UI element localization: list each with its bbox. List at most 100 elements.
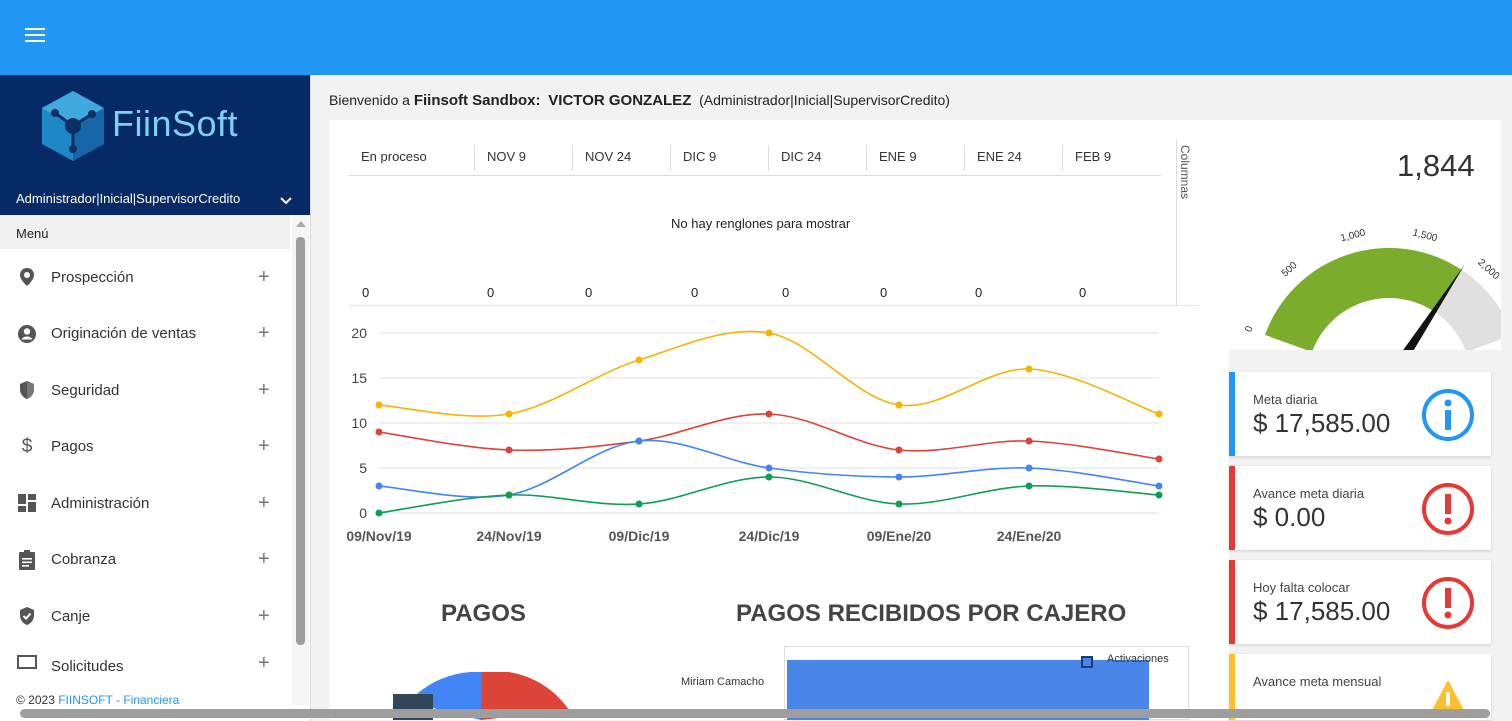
account-circle-icon (16, 323, 38, 345)
chevron-down-icon[interactable] (278, 193, 294, 209)
kpi-card-meta-diaria: Meta diaria $ 17,585.00 (1229, 372, 1491, 456)
data-point (505, 410, 513, 418)
data-point (375, 428, 383, 436)
expand-plus-icon[interactable]: + (258, 379, 270, 402)
sidebar-item-prospeccion[interactable]: Prospección + (0, 249, 290, 306)
data-point (895, 446, 903, 454)
legend-swatch (1081, 656, 1093, 668)
x-tick-label: 24/Nov/19 (476, 528, 542, 544)
verified-shield-icon (16, 605, 38, 627)
x-tick-label: 09/Nov/19 (346, 528, 412, 544)
data-point (375, 401, 383, 409)
welcome-roles: (Administrador|Inicial|SupervisorCredito… (699, 92, 950, 108)
cajero-row-label: Miriam Camacho (681, 676, 765, 688)
data-point (895, 500, 903, 508)
data-point (375, 482, 383, 490)
fiinsoft-logo-icon (42, 91, 104, 161)
expand-plus-icon[interactable]: + (258, 605, 270, 628)
kpi-card-avance-meta-diaria: Avance meta diaria $ 0.00 (1229, 466, 1491, 550)
brand-name: FiinSoft (112, 103, 239, 144)
gauge-card: 1,844 05001,0001,5002,0002,500 (1229, 120, 1501, 350)
legend-label: Activaciones (1107, 653, 1169, 665)
info-icon (1422, 389, 1474, 441)
x-tick-label: 09/Ene/20 (867, 528, 932, 544)
alert-icon (1422, 483, 1474, 535)
scrollbar-thumb[interactable] (296, 237, 305, 645)
kpi-value: $ 0.00 (1253, 502, 1326, 532)
expand-plus-icon[interactable]: + (258, 492, 270, 515)
columns-tool-tab[interactable]: Columnas (1176, 140, 1196, 305)
sidebar-item-originacion[interactable]: Originación de ventas + (0, 306, 290, 363)
x-tick-label: 24/Dic/19 (739, 528, 800, 544)
sidebar-scrollbar[interactable] (292, 215, 309, 705)
sidebar-item-solicitudes[interactable]: Solicitudes + (0, 645, 290, 675)
sidebar-item-cobranza[interactable]: Cobranza + (0, 532, 290, 589)
gauge-tick-label: 2,000 (1475, 257, 1501, 282)
data-point (895, 473, 903, 481)
sidebar-item-pagos[interactable]: $ Pagos + (0, 419, 290, 476)
welcome-prefix: Bienvenido a (329, 92, 414, 108)
data-point (375, 509, 383, 517)
grid-column-header[interactable]: DIC 24 (769, 145, 867, 171)
grid-total: 0 (880, 285, 888, 300)
grid-column-header[interactable]: NOV 24 (573, 145, 671, 171)
kpi-accent-bar (1229, 560, 1235, 644)
scroll-up-arrow-icon[interactable] (296, 221, 306, 227)
alert-icon (1422, 577, 1474, 629)
horizontal-scrollbar[interactable] (20, 709, 1490, 718)
monitor-icon (16, 653, 38, 675)
menu-header: Menú (0, 215, 290, 249)
data-point (765, 329, 773, 337)
kpi-label: Hoy falta colocar (1253, 580, 1350, 595)
data-point (635, 356, 643, 364)
grid-column-header[interactable]: FEB 9 (1063, 145, 1161, 171)
grid-column-header[interactable]: En proceso (349, 145, 475, 171)
grid-column-header[interactable]: ENE 24 (965, 145, 1063, 171)
welcome-user: VICTOR GONZALEZ (548, 92, 692, 109)
dashboard-card: En proceso NOV 9 NOV 24 DIC 9 DIC 24 ENE… (329, 120, 1501, 720)
data-point (1025, 482, 1033, 490)
sidebar: FiinSoft Administrador|Inicial|Superviso… (0, 75, 311, 721)
menu-icon[interactable] (25, 28, 45, 44)
gauge-chart: 05001,0001,5002,0002,500 (1243, 227, 1501, 350)
y-tick-label: 20 (351, 325, 367, 341)
grid-total: 0 (782, 285, 790, 300)
data-point (1025, 464, 1033, 472)
line-chart: 0 5 10 15 20 09/Nov/19 24/Nov/19 09/Dic/19 24/Di… (346, 325, 1163, 544)
sidebar-item-label: Originación de ventas (51, 325, 197, 343)
expand-plus-icon[interactable]: + (258, 435, 270, 458)
sidebar-item-label: Pagos (51, 438, 94, 456)
footer-link[interactable]: FIINSOFT - Financiera (58, 693, 179, 707)
data-point (765, 410, 773, 418)
empty-grid-message: No hay renglones para mostrar (671, 216, 851, 231)
x-tick-label: 24/Ene/20 (997, 528, 1062, 544)
gauge-tick-label: 500 (1280, 260, 1300, 280)
expand-plus-icon[interactable]: + (258, 322, 270, 345)
sidebar-item-label: Canje (51, 607, 91, 625)
shield-icon (16, 379, 38, 401)
expand-plus-icon[interactable]: + (258, 266, 270, 289)
grid-column-header[interactable]: ENE 9 (867, 145, 965, 171)
grid-total: 0 (1079, 285, 1087, 300)
grid-column-header[interactable]: DIC 9 (671, 145, 769, 171)
grid-column-header[interactable]: NOV 9 (475, 145, 573, 171)
sidebar-item-seguridad[interactable]: Seguridad + (0, 362, 290, 419)
data-point (1025, 365, 1033, 373)
sidebar-item-administracion[interactable]: Administración + (0, 475, 290, 532)
expand-plus-icon[interactable]: + (258, 548, 270, 571)
sidebar-item-canje[interactable]: Canje + (0, 588, 290, 645)
kpi-card-hoy-falta-colocar: Hoy falta colocar $ 17,585.00 (1229, 560, 1491, 644)
gauge-value: 1,844 (1397, 148, 1475, 183)
data-point (505, 491, 513, 499)
series-line (378, 476, 1160, 514)
gauge-tick-label: 1,000 (1340, 227, 1367, 244)
pagos-title: PAGOS (441, 600, 526, 627)
kpi-value: $ 17,585.00 (1253, 596, 1391, 626)
copyright-text: © 2023 (16, 693, 59, 707)
grid-total: 0 (585, 285, 593, 300)
expand-plus-icon[interactable]: + (258, 652, 270, 675)
data-point (635, 437, 643, 445)
data-point (765, 473, 773, 481)
footer: © 2023 FIINSOFT - Financiera (16, 693, 179, 707)
data-point (1155, 491, 1163, 499)
